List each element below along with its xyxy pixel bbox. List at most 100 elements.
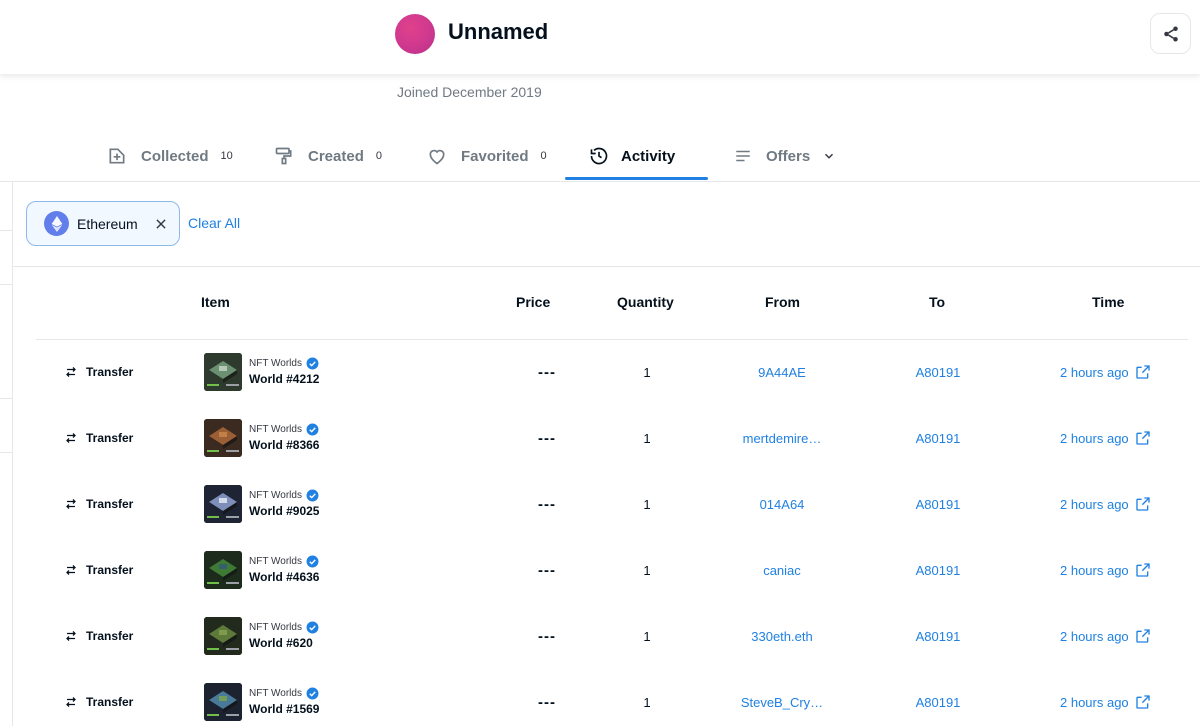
to-account-link[interactable]: A80191 (903, 669, 973, 726)
time-link[interactable]: 2 hours ago (1060, 669, 1151, 726)
from-account-link[interactable]: caniac (732, 537, 832, 603)
item-name[interactable]: World #4212 (249, 372, 319, 386)
collection-name[interactable]: NFT Worlds (249, 622, 302, 633)
time-label[interactable]: 2 hours ago (1060, 497, 1129, 512)
collection-name[interactable]: NFT Worlds (249, 490, 302, 501)
from-account-link[interactable]: SteveB_Cry… (732, 669, 832, 726)
transfer-icon (66, 631, 76, 641)
tab-favorited[interactable]: Favorited 0 (427, 130, 547, 182)
tab-collected[interactable]: Collected 10 (107, 130, 233, 182)
filter-chip-ethereum[interactable]: Ethereum (26, 201, 180, 246)
from-account-link[interactable]: 9A44AE (732, 339, 832, 405)
collection-name-wrap[interactable]: NFT Worlds (249, 423, 319, 436)
item-name[interactable]: World #1569 (249, 702, 319, 716)
quantity-value: 1 (643, 430, 651, 446)
avatar[interactable] (395, 14, 435, 54)
external-link-icon[interactable] (1135, 694, 1151, 710)
external-link-icon[interactable] (1135, 430, 1151, 446)
item-name[interactable]: World #620 (249, 636, 313, 650)
tab-created-count: 0 (375, 150, 382, 162)
tab-favorited-count: 0 (540, 150, 547, 162)
column-header-price: Price (516, 294, 551, 310)
to-account-link[interactable]: A80191 (903, 405, 973, 471)
filter-chip-label: Ethereum (77, 215, 138, 232)
profile-tabs: Collected 10 Created 0 Favorited 0 Activ… (0, 130, 1200, 182)
table-row: Transfer NFT Worlds (0, 669, 1200, 726)
share-icon (1163, 26, 1178, 41)
collection-name[interactable]: NFT Worlds (249, 358, 302, 369)
verified-badge-icon (306, 489, 319, 502)
nft-thumbnail[interactable] (204, 683, 242, 721)
item-name[interactable]: World #8366 (249, 438, 319, 452)
item-name[interactable]: World #9025 (249, 504, 319, 518)
time-label[interactable]: 2 hours ago (1060, 365, 1129, 380)
price-value: --- (538, 627, 556, 645)
price-value: --- (538, 693, 556, 711)
time-label[interactable]: 2 hours ago (1060, 695, 1129, 710)
collection-name[interactable]: NFT Worlds (249, 556, 302, 567)
nft-thumbnail[interactable] (204, 485, 242, 523)
column-header-from: From (765, 294, 800, 310)
heart-icon (429, 149, 445, 165)
collection-name[interactable]: NFT Worlds (249, 688, 302, 699)
to-account-link[interactable]: A80191 (903, 471, 973, 537)
collection-name-wrap[interactable]: NFT Worlds (249, 687, 319, 700)
nft-thumbnail[interactable] (204, 551, 242, 589)
divider (13, 266, 1200, 267)
to-account-link[interactable]: A80191 (903, 537, 973, 603)
external-link-icon[interactable] (1135, 364, 1151, 380)
tab-offers[interactable]: Offers (734, 130, 836, 182)
price-value: --- (538, 561, 556, 579)
history-icon (590, 147, 608, 165)
quantity-value: 1 (643, 364, 651, 380)
to-account-link[interactable]: A80191 (903, 339, 973, 405)
to-account-link[interactable]: A80191 (903, 603, 973, 669)
column-header-quantity: Quantity (617, 294, 674, 310)
event-type: Transfer (65, 405, 133, 471)
close-icon[interactable] (154, 217, 168, 231)
collection-name-wrap[interactable]: NFT Worlds (249, 621, 319, 634)
nft-thumbnail[interactable] (204, 617, 242, 655)
event-type: Transfer (65, 339, 133, 405)
chevron-down-icon[interactable] (822, 149, 836, 163)
from-account-link[interactable]: mertdemire… (732, 405, 832, 471)
collection-name-wrap[interactable]: NFT Worlds (249, 555, 319, 568)
time-link[interactable]: 2 hours ago (1060, 339, 1151, 405)
from-account-link[interactable]: 014A64 (732, 471, 832, 537)
event-type: Transfer (65, 603, 133, 669)
tab-activity[interactable]: Activity (589, 130, 675, 182)
table-row: Transfer NFT Worlds (0, 339, 1200, 405)
tab-offers-label: Offers (766, 147, 811, 165)
nft-thumbnail[interactable] (204, 353, 242, 391)
time-link[interactable]: 2 hours ago (1060, 537, 1151, 603)
share-button[interactable] (1150, 13, 1191, 54)
price-value: --- (538, 495, 556, 513)
collection-name-wrap[interactable]: NFT Worlds (249, 489, 319, 502)
clear-all-link[interactable]: Clear All (188, 215, 240, 231)
event-label: Transfer (86, 431, 134, 445)
time-link[interactable]: 2 hours ago (1060, 603, 1151, 669)
column-header-item: Item (201, 294, 230, 310)
event-type: Transfer (65, 471, 133, 537)
tab-created[interactable]: Created 0 (274, 130, 382, 182)
time-label[interactable]: 2 hours ago (1060, 431, 1129, 446)
joined-date: Joined December 2019 (397, 84, 542, 100)
nft-thumbnail[interactable] (204, 419, 242, 457)
quantity-value: 1 (643, 562, 651, 578)
column-header-time: Time (1092, 294, 1125, 310)
external-link-icon[interactable] (1135, 562, 1151, 578)
collection-name-wrap[interactable]: NFT Worlds (249, 357, 319, 370)
item-name[interactable]: World #4636 (249, 570, 319, 584)
time-label[interactable]: 2 hours ago (1060, 629, 1129, 644)
from-account-link[interactable]: 330eth.eth (732, 603, 832, 669)
external-link-icon[interactable] (1135, 628, 1151, 644)
time-label[interactable]: 2 hours ago (1060, 563, 1129, 578)
external-link-icon[interactable] (1135, 496, 1151, 512)
list-icon (736, 150, 750, 162)
transfer-icon (66, 367, 76, 377)
tab-created-label: Created (308, 147, 364, 165)
time-link[interactable]: 2 hours ago (1060, 471, 1151, 537)
time-link[interactable]: 2 hours ago (1060, 405, 1151, 471)
transfer-icon (66, 433, 76, 443)
collection-name[interactable]: NFT Worlds (249, 424, 302, 435)
